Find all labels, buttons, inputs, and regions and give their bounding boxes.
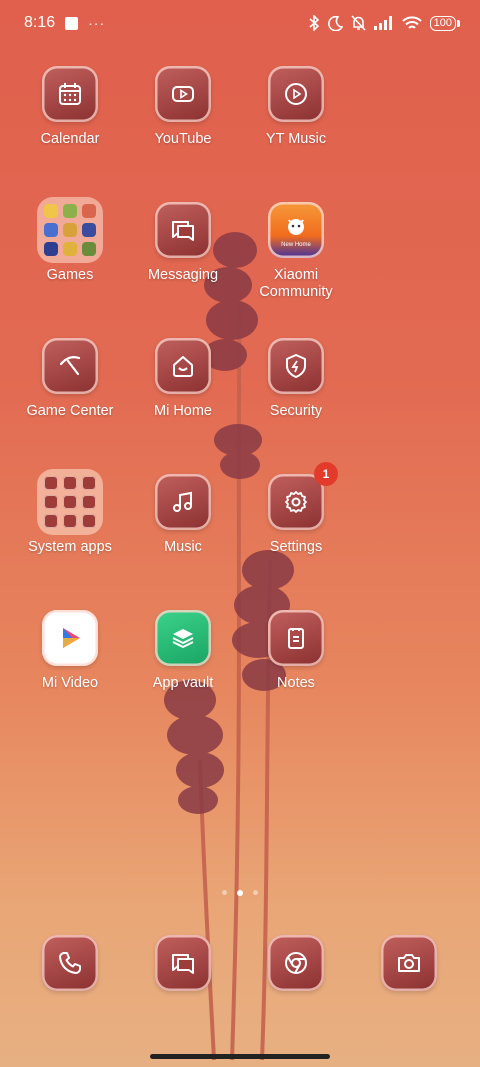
mi-video-icon bbox=[42, 610, 98, 666]
app-label: Games bbox=[46, 267, 94, 283]
app-security[interactable]: Security bbox=[240, 338, 352, 420]
app-settings[interactable]: 1 Settings bbox=[240, 462, 352, 556]
dock-messaging[interactable] bbox=[127, 935, 239, 991]
xiaomi-community-icon: New Home bbox=[268, 202, 324, 258]
calendar-icon bbox=[42, 66, 98, 122]
messaging-icon bbox=[155, 202, 211, 258]
messaging-icon bbox=[155, 935, 211, 991]
bell-muted-icon bbox=[351, 15, 366, 31]
battery-indicator: 100 bbox=[429, 15, 461, 31]
page-indicator bbox=[0, 890, 480, 896]
app-label: YouTube bbox=[154, 131, 212, 147]
app-yt-music[interactable]: YT Music bbox=[240, 66, 352, 148]
app-youtube[interactable]: YouTube bbox=[127, 66, 239, 148]
page-dot[interactable] bbox=[253, 890, 258, 895]
new-home-text: New Home bbox=[281, 242, 311, 248]
yt-music-icon bbox=[268, 66, 324, 122]
notes-icon bbox=[268, 610, 324, 666]
more-dots-icon: ··· bbox=[88, 15, 106, 31]
music-note-icon bbox=[155, 474, 211, 530]
home-indicator[interactable] bbox=[150, 1054, 330, 1059]
folder-system-apps[interactable]: System apps bbox=[14, 469, 126, 556]
notification-square-icon bbox=[65, 16, 79, 30]
app-label: Xiaomi Community bbox=[259, 267, 333, 300]
app-label: Calendar bbox=[40, 131, 100, 147]
security-shield-icon bbox=[268, 338, 324, 394]
status-bar: 8:16 ··· 100 bbox=[0, 0, 480, 46]
app-label: System apps bbox=[28, 539, 112, 555]
folder-icon bbox=[37, 469, 103, 535]
settings-gear-icon: 1 bbox=[268, 462, 338, 530]
dock-phone[interactable] bbox=[14, 935, 126, 991]
app-music[interactable]: Music bbox=[127, 474, 239, 556]
phone-icon bbox=[42, 935, 98, 991]
app-xiaomi-community[interactable]: New Home Xiaomi Community bbox=[240, 202, 352, 301]
page-dot-active[interactable] bbox=[237, 890, 243, 896]
app-mi-video[interactable]: Mi Video bbox=[14, 610, 126, 692]
clock: 8:16 bbox=[24, 14, 56, 31]
youtube-icon bbox=[155, 66, 211, 122]
dock-camera[interactable] bbox=[353, 935, 465, 991]
dock-chrome[interactable] bbox=[240, 935, 352, 991]
app-label: App vault bbox=[152, 675, 214, 691]
app-game-center[interactable]: Game Center bbox=[14, 338, 126, 420]
app-app-vault[interactable]: App vault bbox=[127, 610, 239, 692]
app-calendar[interactable]: Calendar bbox=[14, 66, 126, 148]
game-center-icon bbox=[42, 338, 98, 394]
mi-home-icon bbox=[155, 338, 211, 394]
app-messaging[interactable]: Messaging bbox=[127, 202, 239, 284]
signal-icon bbox=[373, 16, 392, 30]
folder-games[interactable]: Games bbox=[14, 197, 126, 284]
app-label: Security bbox=[269, 403, 323, 419]
folder-icon bbox=[37, 197, 103, 263]
bluetooth-icon bbox=[309, 15, 319, 31]
camera-icon bbox=[381, 935, 437, 991]
app-label: Music bbox=[164, 539, 202, 555]
app-label: Game Center bbox=[26, 403, 114, 419]
app-label: Settings bbox=[269, 539, 323, 555]
app-vault-icon bbox=[155, 610, 211, 666]
notification-badge: 1 bbox=[314, 462, 338, 486]
chrome-icon bbox=[268, 935, 324, 991]
app-label: YT Music bbox=[265, 131, 327, 147]
app-notes[interactable]: Notes bbox=[240, 610, 352, 692]
app-mi-home[interactable]: Mi Home bbox=[127, 338, 239, 420]
app-label: Messaging bbox=[147, 267, 219, 283]
app-label: Notes bbox=[277, 675, 315, 691]
app-label: Mi Video bbox=[41, 675, 99, 691]
page-dot[interactable] bbox=[222, 890, 227, 895]
app-label: Mi Home bbox=[153, 403, 212, 419]
moon-icon bbox=[327, 15, 343, 31]
wifi-icon bbox=[401, 15, 422, 29]
